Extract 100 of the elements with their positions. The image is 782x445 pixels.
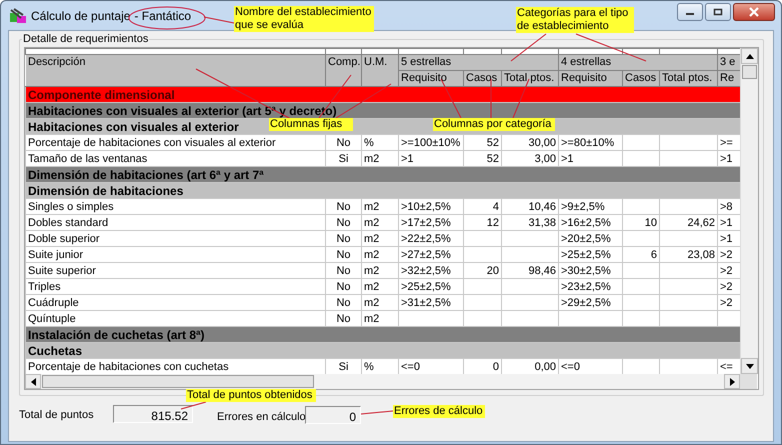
table-cell: 52 xyxy=(464,134,502,150)
readonly-field: 0 xyxy=(305,406,361,424)
table-cell: Dobles standard xyxy=(26,214,326,230)
group-title: Detalle de requerimientos xyxy=(22,33,150,45)
section-header: Dimensión de habitaciones (art 6ª y art 7ª xyxy=(26,166,740,182)
close-button[interactable] xyxy=(733,3,775,21)
callout-note: Nombre del establecimiento que se evalúa xyxy=(234,6,374,32)
column-header[interactable]: Total ptos. xyxy=(660,70,718,86)
scrollbar-corner xyxy=(740,374,757,389)
category-header: 4 estrellas xyxy=(558,54,718,70)
table-cell: >=80±10% xyxy=(558,134,622,150)
table-cell: 20 xyxy=(464,262,502,278)
table-cell: 10,46 xyxy=(502,198,558,214)
table-cell: No xyxy=(326,214,362,230)
table-cell: 4 xyxy=(464,198,502,214)
table-cell: % xyxy=(362,134,398,150)
table-cell: >31±2,5% xyxy=(398,294,464,310)
left-arrow-icon xyxy=(30,378,36,386)
maximize-icon xyxy=(713,8,723,16)
table-cell: No xyxy=(326,230,362,246)
column-header[interactable]: Requisito xyxy=(558,70,622,86)
scroll-thumb[interactable] xyxy=(742,65,757,79)
column-header[interactable]: Re xyxy=(718,70,740,86)
callout-note: Columnas fijas xyxy=(269,118,353,131)
table-cell: Suite superior xyxy=(26,262,326,278)
table-cell: >25±2,5% xyxy=(558,246,622,262)
section-header: Cuchetas xyxy=(26,342,740,358)
table-cell: No xyxy=(326,262,362,278)
table-cell: Triples xyxy=(26,278,326,294)
table-cell: >29±2,5% xyxy=(558,294,622,310)
close-icon xyxy=(748,7,760,17)
leader-line xyxy=(204,16,234,24)
leader-line xyxy=(510,34,546,62)
table-cell: >16±2,5% xyxy=(558,214,622,230)
leader-line xyxy=(360,410,394,414)
app-icon xyxy=(9,8,27,24)
table-cell: 31,38 xyxy=(502,214,558,230)
column-header[interactable]: U.M. xyxy=(362,54,398,86)
table-cell: 24,62 xyxy=(660,214,718,230)
table-cell: >25±2,5% xyxy=(398,278,464,294)
table-cell: m2 xyxy=(362,214,398,230)
up-arrow-icon xyxy=(746,54,754,58)
column-header[interactable]: Casos xyxy=(464,70,502,86)
establishment-name: - Fantático xyxy=(134,8,192,22)
table-cell: >20±2,5% xyxy=(558,230,622,246)
category-header: 5 estrellas xyxy=(398,54,558,70)
column-header[interactable]: Casos xyxy=(622,70,660,86)
table-cell: 6 xyxy=(622,246,660,262)
table-cell: No xyxy=(326,246,362,262)
table-cell: No xyxy=(326,278,362,294)
table-cell: >30±2,5% xyxy=(558,262,622,278)
leader-line xyxy=(490,78,492,118)
table-cell: >17±2,5% xyxy=(398,214,464,230)
callout-note: Total de puntos obtenidos xyxy=(186,389,316,402)
down-arrow-icon xyxy=(746,364,754,368)
vertical-scrollbar[interactable] xyxy=(740,48,758,374)
table-cell: Doble superior xyxy=(26,230,326,246)
window-title: Cálculo de puntaje xyxy=(31,8,130,22)
section-header: Dimensión de habitaciones xyxy=(26,182,740,198)
table-cell: >10±2,5% xyxy=(398,198,464,214)
table-cell: 12 xyxy=(464,214,502,230)
table-cell: 98,46 xyxy=(502,262,558,278)
field-label: Total de puntos xyxy=(19,409,94,421)
table-cell: >23±2,5% xyxy=(558,278,622,294)
right-arrow-icon xyxy=(730,378,734,386)
table-cell: 10 xyxy=(622,214,660,230)
table-cell: 23,08 xyxy=(660,246,718,262)
table-cell: m2 xyxy=(362,230,398,246)
column-header[interactable]: Requisito xyxy=(398,70,464,86)
table-cell: Singles o simples xyxy=(26,198,326,214)
table-cell: >22±2,5% xyxy=(398,230,464,246)
field-label: Errores en cálculo xyxy=(217,411,306,423)
horizontal-scrollbar[interactable] xyxy=(25,374,740,389)
column-header[interactable]: Descripción xyxy=(26,54,326,86)
readonly-field: 815.52 xyxy=(113,405,193,423)
table-cell: m2 xyxy=(362,278,398,294)
table-cell: >32±2,5% xyxy=(398,262,464,278)
table-cell: >=100±10% xyxy=(398,134,464,150)
table-cell: Porcentaje de habitaciones con visuales al exterior xyxy=(26,134,326,150)
column-header[interactable]: Comp. xyxy=(326,54,362,86)
leader-line xyxy=(180,402,206,410)
section-header: Instalación de cuchetas (art 8ª) xyxy=(26,326,740,342)
table-cell: m2 xyxy=(362,262,398,278)
callout-note: Errores de cálculo xyxy=(393,405,485,418)
column-header[interactable]: Total ptos. xyxy=(502,70,558,86)
table-cell: 30,00 xyxy=(502,134,558,150)
table-cell: No xyxy=(326,198,362,214)
table-cell: No xyxy=(326,294,362,310)
scroll-thumb[interactable] xyxy=(42,375,314,388)
maximize-button[interactable] xyxy=(705,3,731,21)
section-header: Componente dimensional xyxy=(26,86,740,102)
table-cell: m2 xyxy=(362,198,398,214)
table-cell: >27±2,5% xyxy=(398,246,464,262)
minimize-button[interactable] xyxy=(677,3,703,21)
table-cell: Suite junior xyxy=(26,246,326,262)
callout-note: Columnas por categoría xyxy=(433,118,555,131)
table-cell: m2 xyxy=(362,294,398,310)
table-cell: >9±2,5% xyxy=(558,198,622,214)
table-cell: No xyxy=(326,134,362,150)
table-cell: m2 xyxy=(362,246,398,262)
